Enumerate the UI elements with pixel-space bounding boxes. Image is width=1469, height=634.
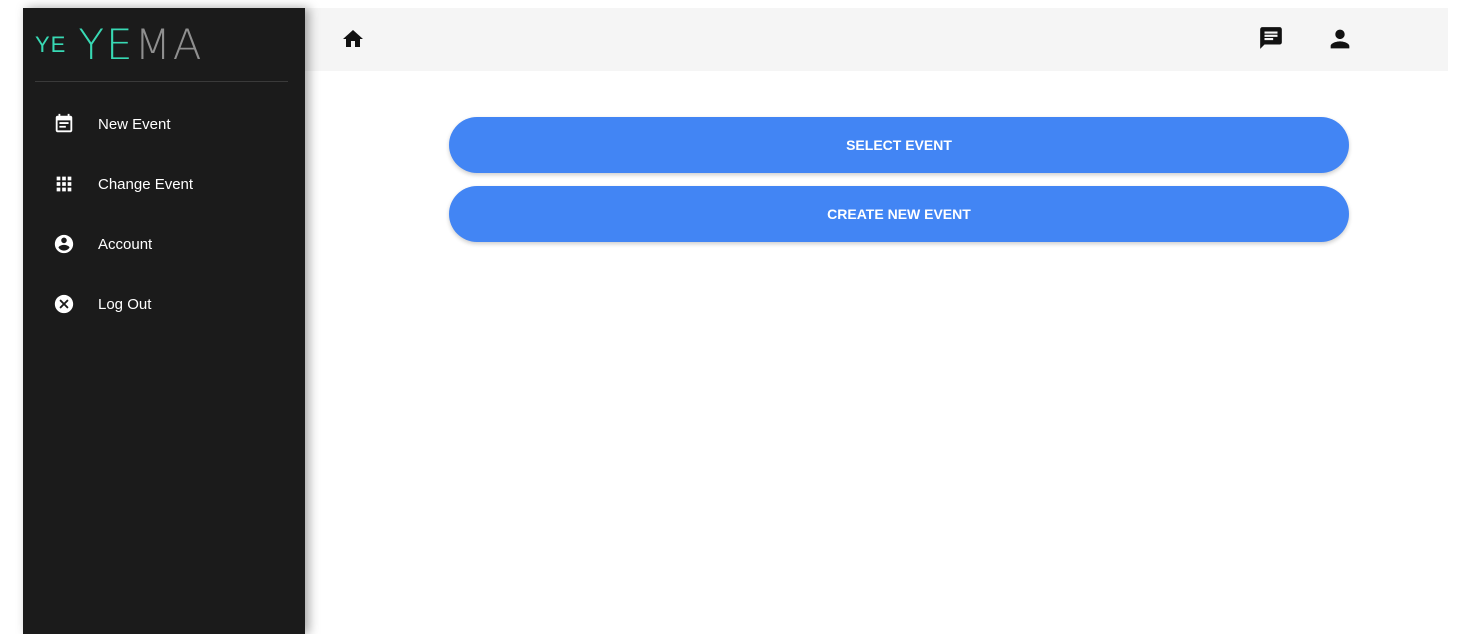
brand-wordmark-accent: YE <box>78 20 135 69</box>
sidebar-item-log-out[interactable]: Log Out <box>23 274 305 334</box>
home-icon <box>343 30 363 47</box>
sidebar-item-account[interactable]: Account <box>23 214 305 274</box>
top-app-bar <box>305 8 1448 71</box>
profile-button[interactable] <box>1326 25 1354 53</box>
home-button[interactable] <box>341 27 365 51</box>
brand-logo[interactable]: YE YEMA <box>35 8 288 82</box>
sidebar-item-change-event[interactable]: Change Event <box>23 154 305 214</box>
select-event-button[interactable]: SELECT EVENT <box>449 117 1349 173</box>
app-window: YE YEMA New Event Change Event Account L… <box>23 8 1448 634</box>
event-note-icon <box>55 113 73 133</box>
sidebar-nav: New Event Change Event Account Log Out <box>23 94 305 334</box>
messages-button[interactable] <box>1258 25 1284 51</box>
sidebar-item-new-event[interactable]: New Event <box>23 94 305 154</box>
apps-grid-icon <box>56 176 72 192</box>
chat-icon <box>1260 27 1282 49</box>
create-new-event-button[interactable]: CREATE NEW EVENT <box>449 186 1349 242</box>
sidebar-item-label: Log Out <box>98 295 152 313</box>
brand-wordmark: YEMA <box>78 20 203 69</box>
sidebar-item-label: Account <box>98 235 153 253</box>
brand-mark: YE <box>35 31 67 57</box>
main-content: SELECT EVENT CREATE NEW EVENT <box>305 71 1448 634</box>
sidebar-item-label: New Event <box>98 115 171 133</box>
cancel-icon <box>54 294 74 314</box>
account-circle-icon <box>54 234 74 254</box>
sidebar-item-label: Change Event <box>98 175 194 193</box>
sidebar: YE YEMA New Event Change Event Account L… <box>23 8 305 634</box>
person-icon <box>1330 29 1350 49</box>
brand-wordmark-rest: MA <box>134 20 204 69</box>
